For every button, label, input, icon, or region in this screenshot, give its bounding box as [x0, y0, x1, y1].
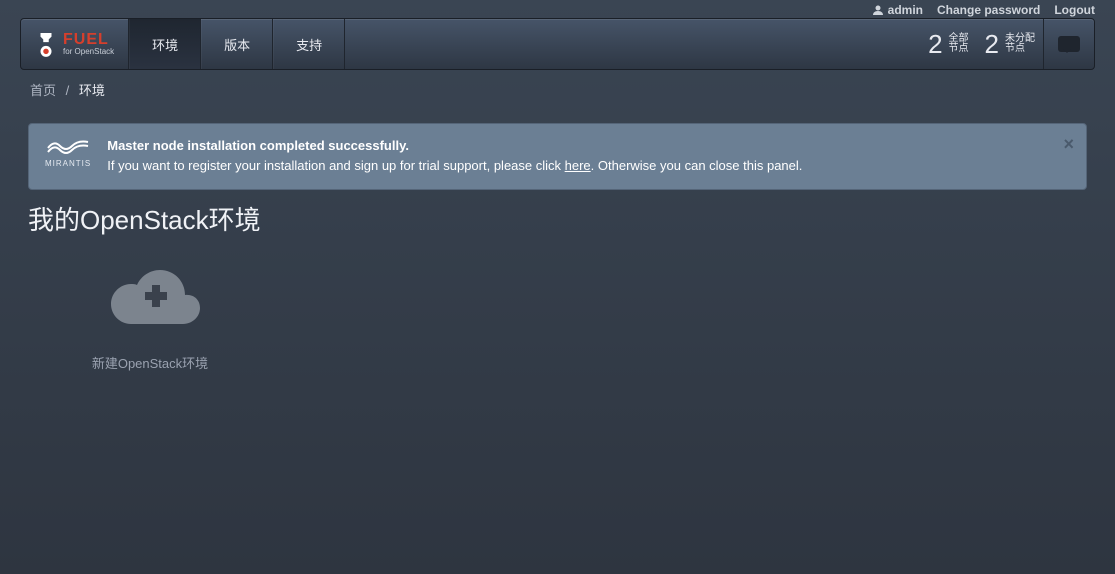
- stat-label: 未分配 节点: [1005, 34, 1035, 54]
- alert-line2-b: . Otherwise you can close this panel.: [591, 158, 803, 173]
- breadcrumb-home[interactable]: 首页: [30, 83, 56, 98]
- main-navbar: FUEL for OpenStack 环境 版本 支持 2 全部 节点 2 未分…: [20, 18, 1095, 70]
- stat-unallocated-nodes: 2 未分配 节点: [977, 19, 1043, 69]
- breadcrumb: 首页 / 环境: [0, 70, 1115, 105]
- mirantis-logo: MIRANTIS: [45, 136, 91, 168]
- nav-item-support[interactable]: 支持: [273, 19, 345, 69]
- nav-item-releases[interactable]: 版本: [201, 19, 273, 69]
- user-icon: [872, 4, 884, 16]
- notifications-button[interactable]: [1043, 19, 1094, 69]
- top-user-bar: admin Change password Logout: [0, 0, 1115, 18]
- fuel-logo-icon: [35, 31, 57, 57]
- cloud-plus-icon: [90, 255, 210, 335]
- alert-close-button[interactable]: ×: [1063, 134, 1074, 155]
- change-password-link[interactable]: Change password: [937, 3, 1040, 17]
- welcome-alert: MIRANTIS Master node installation comple…: [28, 123, 1087, 190]
- nav-label: 支持: [296, 35, 322, 54]
- stat-label: 全部 节点: [949, 34, 969, 54]
- nav-item-environments[interactable]: 环境: [129, 19, 201, 69]
- speech-bubble-icon: [1058, 36, 1080, 52]
- stat-number: 2: [985, 29, 999, 60]
- stat-number: 2: [928, 29, 942, 60]
- alert-line2-a: If you want to register your installatio…: [107, 158, 564, 173]
- alert-here-link[interactable]: here: [565, 158, 591, 173]
- page-title: 我的OpenStack环境: [28, 200, 1087, 237]
- tile-label: 新建OpenStack环境: [60, 353, 240, 372]
- nav-label: 版本: [224, 35, 250, 54]
- logo-text-sub: for OpenStack: [63, 48, 114, 56]
- user-link[interactable]: admin: [872, 3, 923, 17]
- logo-text-main: FUEL: [63, 32, 114, 48]
- breadcrumb-separator: /: [66, 83, 70, 98]
- nav-label: 环境: [152, 35, 178, 54]
- mirantis-wave-icon: [46, 138, 90, 158]
- new-environment-tile[interactable]: 新建OpenStack环境: [60, 255, 240, 372]
- logo[interactable]: FUEL for OpenStack: [21, 19, 129, 69]
- user-name: admin: [888, 3, 923, 17]
- alert-line1: Master node installation completed succe…: [107, 138, 409, 153]
- mirantis-text: MIRANTIS: [45, 160, 91, 168]
- breadcrumb-current: 环境: [79, 83, 105, 98]
- stat-total-nodes: 2 全部 节点: [920, 19, 976, 69]
- logout-link[interactable]: Logout: [1054, 3, 1095, 17]
- alert-body: Master node installation completed succe…: [107, 136, 802, 175]
